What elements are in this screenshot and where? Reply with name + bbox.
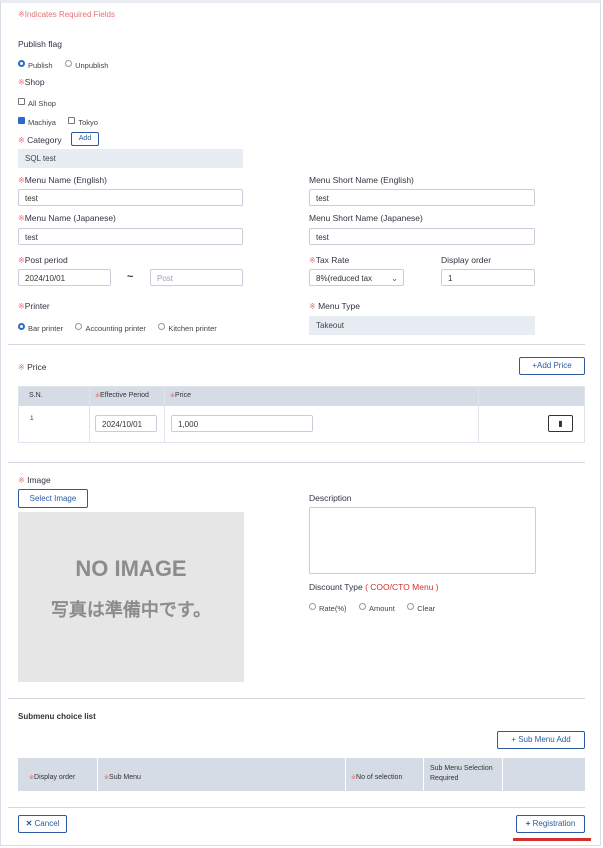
required-note: ※Indicates Required Fields — [18, 10, 115, 19]
radio-icon — [18, 60, 25, 68]
col-divider — [89, 386, 90, 443]
chevron-down-icon: ⌄ — [391, 274, 398, 283]
trash-icon: ▮ — [558, 419, 563, 428]
image-placeholder: NO IMAGE 写真は準備中です。 — [18, 512, 244, 682]
add-price-button[interactable]: +Add Price — [519, 357, 585, 375]
checkbox-icon — [18, 117, 25, 125]
menu-short-ja-input[interactable]: test — [309, 228, 535, 245]
menu-short-en-input[interactable]: test — [309, 189, 535, 206]
post-period-label: ※Post period — [18, 255, 68, 265]
col-divider — [502, 758, 503, 791]
discount-radios: Rate(%) Amount Clear — [309, 598, 443, 616]
menu-type-label: ※ Menu Type — [309, 301, 360, 311]
radio-icon — [358, 603, 366, 611]
divider — [8, 344, 585, 345]
tax-rate-label: ※Tax Rate — [309, 255, 350, 265]
discount-amount-radio[interactable]: Amount — [358, 598, 403, 615]
price-label: ※ Price — [18, 362, 47, 372]
cancel-button[interactable]: ✕ Cancel — [18, 815, 67, 833]
col-divider — [478, 386, 479, 443]
close-icon: ✕ — [25, 819, 33, 828]
menu-name-ja-input[interactable]: test — [18, 228, 243, 245]
checkbox-icon — [68, 117, 76, 125]
display-order-label: Display order — [441, 255, 492, 265]
row-effective-period-input[interactable]: 2024/10/01 — [95, 415, 157, 432]
printer-label: ※Printer — [18, 301, 50, 311]
radio-icon — [158, 323, 166, 331]
row-price-input[interactable]: 1,000 — [171, 415, 313, 432]
divider — [8, 462, 585, 463]
radio-icon — [309, 603, 316, 611]
category-value: SQL test — [18, 149, 243, 168]
col-selection-required: Sub Menu Selection Required — [430, 765, 493, 782]
menu-name-ja-label: ※Menu Name (Japanese) — [18, 213, 116, 223]
description-label: Description — [309, 493, 352, 503]
post-period-start-input[interactable]: 2024/10/01 — [18, 269, 111, 286]
col-display-order: ※Display order — [29, 774, 76, 781]
accounting-printer-radio[interactable]: Accounting printer — [75, 318, 153, 335]
plus-icon: + — [525, 819, 531, 828]
tax-rate-select[interactable]: 8%(reduced tax ⌄ — [309, 269, 404, 286]
kitchen-printer-radio[interactable]: Kitchen printer — [158, 318, 224, 335]
publish-radio[interactable]: Publish — [18, 55, 61, 72]
col-divider — [97, 758, 98, 791]
discount-clear-radio[interactable]: Clear — [407, 598, 443, 615]
col-divider — [164, 386, 165, 443]
image-label: ※ Image — [18, 475, 51, 485]
row-sn: 1 — [30, 415, 34, 422]
col-price: ※Price — [170, 392, 191, 399]
unpublish-radio[interactable]: Unpublish — [65, 55, 116, 72]
discount-rate-radio[interactable]: Rate(%) — [309, 598, 355, 615]
menu-short-en-label: Menu Short Name (English) — [309, 175, 414, 185]
shop-machiya-checkbox[interactable]: Machiya — [18, 112, 64, 129]
publish-flag-label: Publish flag — [18, 39, 62, 49]
col-effective-period: ※Effective Period — [95, 392, 149, 399]
checkbox-icon — [18, 98, 25, 106]
col-sn: S.N. — [29, 392, 43, 399]
col-sub-menu: ※Sub Menu — [104, 774, 141, 781]
highlight-underline — [513, 838, 591, 841]
menu-name-en-label: ※Menu Name (English) — [18, 175, 107, 185]
radio-icon — [75, 323, 83, 331]
radio-icon — [65, 60, 73, 68]
col-no-of-selection: ※No of selection — [351, 774, 403, 781]
submenu-title: Submenu choice list — [18, 712, 96, 721]
col-divider — [423, 758, 424, 791]
display-order-input[interactable]: 1 — [441, 269, 535, 286]
add-submenu-button[interactable]: + Sub Menu Add — [497, 731, 585, 749]
menu-type-value: Takeout — [309, 316, 535, 335]
category-add-button[interactable]: Add — [71, 132, 99, 146]
period-separator: ~ — [127, 271, 134, 283]
shop-label: ※Shop — [18, 77, 45, 87]
all-shop-checkbox[interactable]: All Shop — [18, 93, 64, 111]
no-image-ja-text: 写真は準備中です。 — [50, 600, 212, 620]
menu-short-ja-label: Menu Short Name (Japanese) — [309, 213, 423, 223]
divider — [8, 698, 585, 699]
no-image-text: NO IMAGE — [75, 556, 187, 581]
shop-checkboxes: Machiya Tokyo — [18, 112, 106, 130]
col-divider — [345, 758, 346, 791]
radio-icon — [18, 323, 25, 331]
description-textarea[interactable] — [309, 507, 536, 574]
printer-radios: Bar printer Accounting printer Kitchen p… — [18, 318, 225, 336]
shop-tokyo-checkbox[interactable]: Tokyo — [68, 112, 106, 129]
discount-type-label: Discount Type ( COO/CTO Menu ) — [309, 582, 439, 592]
menu-name-en-input[interactable]: test — [18, 189, 243, 206]
publish-flag-radios: Publish Unpublish — [18, 55, 116, 73]
delete-row-button[interactable]: ▮ — [548, 415, 573, 432]
bar-printer-radio[interactable]: Bar printer — [18, 318, 71, 335]
post-period-end-input[interactable]: Post — [150, 269, 243, 286]
radio-icon — [407, 603, 415, 611]
category-label: ※ Category — [18, 135, 62, 145]
divider — [8, 807, 585, 808]
registration-button[interactable]: + Registration — [516, 815, 585, 833]
select-image-button[interactable]: Select Image — [18, 489, 88, 508]
